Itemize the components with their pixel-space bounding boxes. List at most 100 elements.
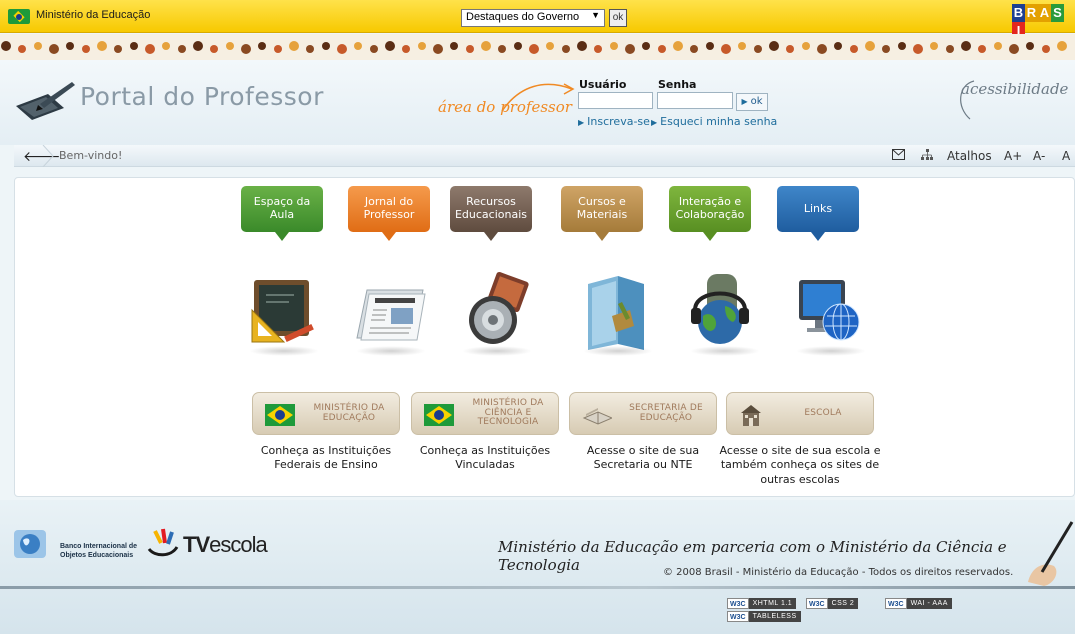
brazil-flag-icon	[265, 404, 295, 426]
brasil-letter: A	[1038, 4, 1051, 22]
decorative-dot	[529, 44, 539, 54]
decorative-dot	[226, 42, 234, 50]
brasil-logo[interactable]: B R A SI	[1012, 4, 1075, 40]
username-label: Usuário	[579, 78, 627, 91]
decorative-dot	[402, 45, 410, 53]
teacher-area-label: área do professor	[438, 98, 572, 116]
computer-globe-icon[interactable]	[791, 270, 871, 356]
decorative-dot	[481, 41, 491, 51]
register-link[interactable]: ▶ Inscreva-se	[578, 115, 650, 128]
section-button-cursos[interactable]: Cursos e Materiais	[561, 186, 643, 241]
decorative-dot	[66, 42, 74, 50]
decorative-dot	[193, 41, 203, 51]
section-button-interacao[interactable]: Interação e Colaboração	[669, 186, 751, 241]
tvescola-logo-icon[interactable]	[145, 525, 181, 561]
institution-caption[interactable]: Conheça as Instituições Federais de Ensi…	[241, 444, 411, 473]
w3c-wai-badge[interactable]: W3C WAI - AAA	[885, 598, 952, 609]
blackboard-icon[interactable]	[244, 270, 324, 356]
education-secretariat-badge[interactable]: SECRETARIA DE EDUCAÇÃO	[569, 392, 717, 435]
decorative-dot	[913, 44, 923, 54]
brazil-flag-icon	[424, 404, 454, 426]
decorative-dot	[178, 45, 186, 53]
forgot-password-link[interactable]: ▶ Esqueci minha senha	[651, 115, 777, 128]
section-button-jornal[interactable]: Jornal do Professor	[348, 186, 430, 241]
decorative-dots-band	[0, 34, 1075, 60]
decorative-dot	[721, 44, 731, 54]
decorative-dot	[642, 42, 650, 50]
welcome-text: Bem-vindo!	[59, 149, 123, 162]
accessibility-link[interactable]: acessibilidade	[961, 80, 1068, 98]
government-bar: Ministério da Educação Destaques do Gove…	[0, 0, 1075, 40]
section-button-recursos[interactable]: Recursos Educacionais	[450, 186, 532, 241]
decorative-dot	[882, 45, 890, 53]
tv-bold: TV	[183, 532, 210, 557]
forgot-link-label: Esqueci minha senha	[660, 115, 778, 128]
sitemap-icon[interactable]	[921, 149, 933, 161]
bioe-text[interactable]: Banco Internacional de Objetos Educacion…	[60, 543, 137, 561]
decorative-dot	[433, 44, 443, 54]
w3c-css-badge[interactable]: W3C CSS 2	[806, 598, 859, 609]
decorative-dot	[1009, 44, 1019, 54]
triangle-right-icon: ▶	[578, 118, 585, 127]
play-icon: ▶	[741, 97, 748, 106]
mail-icon[interactable]	[892, 149, 905, 160]
brasil-letter: R	[1025, 4, 1038, 22]
decorative-dot	[562, 45, 570, 53]
institution-caption[interactable]: Conheça as Instituições Vinculadas	[400, 444, 570, 473]
ministry-link[interactable]: Ministério da Educação	[36, 9, 150, 21]
decorative-dot	[610, 42, 618, 50]
w3c-mark: W3C	[806, 598, 828, 609]
pen-tablet-logo-icon[interactable]	[14, 80, 76, 120]
decorative-dot	[162, 42, 170, 50]
shortcuts-link[interactable]: Atalhos	[947, 149, 992, 163]
decorative-dot	[241, 44, 251, 54]
decorative-dot	[978, 45, 986, 53]
decorative-dot	[850, 45, 858, 53]
decorative-dot	[706, 42, 714, 50]
institution-caption[interactable]: Acesse o site de sua Secretaria ou NTE	[558, 444, 728, 473]
bioe-logo-icon[interactable]	[12, 528, 48, 560]
decorative-dot	[786, 45, 794, 53]
portal-title[interactable]: Portal do Professor	[80, 82, 324, 111]
globe-headset-icon[interactable]	[685, 270, 765, 356]
decorative-dot	[514, 42, 522, 50]
badge-value: TABLELESS	[748, 611, 801, 622]
tvescola-logo-text[interactable]: TVescola	[183, 532, 268, 558]
username-input[interactable]	[578, 92, 653, 109]
triangle-right-icon: ▶	[651, 118, 658, 127]
font-increase-button[interactable]: A+	[1004, 149, 1022, 163]
ministry-education-badge[interactable]: MINISTÉRIO DA EDUCAÇÃO	[252, 392, 400, 435]
font-decrease-button[interactable]: A-	[1033, 149, 1045, 163]
government-ok-button[interactable]: ok	[609, 9, 627, 27]
section-button-espaco-aula[interactable]: Espaço da Aula	[241, 186, 323, 241]
speaker-film-icon[interactable]	[457, 270, 537, 356]
brazil-flag-icon	[8, 9, 30, 24]
tv-rest: escola	[209, 532, 268, 557]
password-input[interactable]	[657, 92, 733, 109]
newspaper-icon[interactable]	[351, 270, 431, 356]
folder-icon[interactable]	[578, 270, 658, 356]
footer-divider	[0, 586, 1075, 589]
decorative-dot	[34, 42, 42, 50]
section-button-links[interactable]: Links	[777, 186, 859, 241]
decorative-dot	[658, 45, 666, 53]
decorative-dot	[274, 45, 282, 53]
badge-label: ESCOLA	[804, 407, 842, 418]
open-book-icon	[582, 408, 612, 425]
w3c-tableless-badge[interactable]: W3C TABLELESS	[727, 611, 801, 622]
brasil-letter: S	[1051, 4, 1064, 22]
government-highlights-select[interactable]: Destaques do Governo ▼	[461, 9, 605, 27]
school-badge[interactable]: ESCOLA	[726, 392, 874, 435]
decorative-dot	[210, 45, 218, 53]
site-footer: Banco Internacional de Objetos Educacion…	[0, 500, 1075, 634]
ministry-science-badge[interactable]: MINISTÉRIO DA CIÊNCIA E TECNOLOGIA	[411, 392, 559, 435]
w3c-xhtml-badge[interactable]: W3C XHTML 1.1	[727, 598, 797, 609]
copyright-text: © 2008 Brasil - Ministério da Educação -…	[663, 567, 1014, 578]
decorative-dot	[1026, 42, 1034, 50]
login-ok-button[interactable]: ▶ ok	[736, 93, 768, 111]
badge-label: MINISTÉRIO DA EDUCAÇÃO	[313, 402, 385, 423]
decorative-dot	[466, 45, 474, 53]
institution-caption[interactable]: Acesse o site de sua escola e também con…	[715, 444, 885, 487]
decorative-dot	[82, 45, 90, 53]
font-reset-button[interactable]: A	[1062, 149, 1070, 163]
